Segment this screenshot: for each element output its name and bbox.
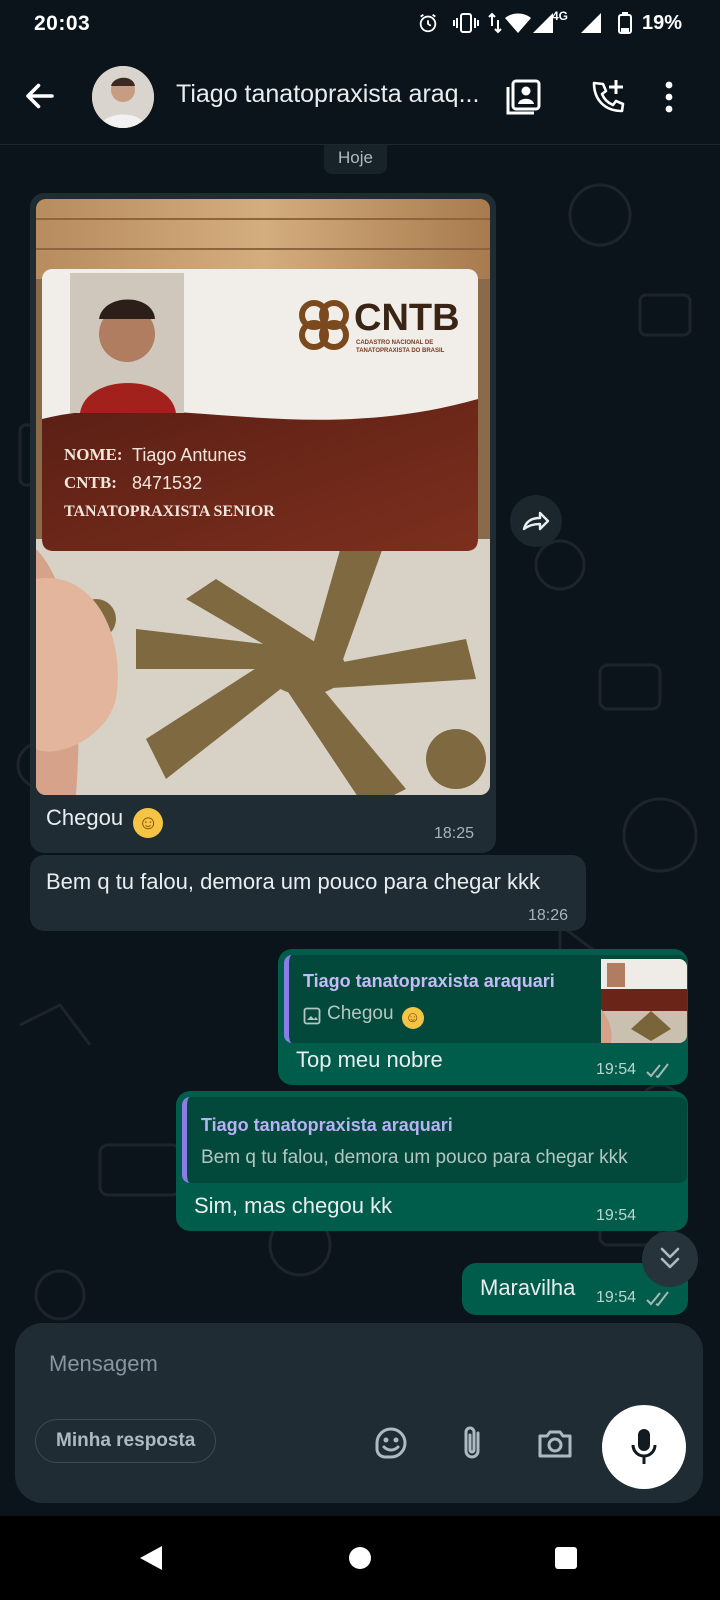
card-brand-subtitle: CADASTRO NACIONAL DE TANATOPRAXISTA DO B… [356, 340, 445, 354]
system-navigation-bar [0, 1516, 720, 1600]
quote-text-value: Chegou [327, 1003, 394, 1024]
cntb-logo-icon [299, 300, 349, 350]
card-id-value: 8471532 [132, 473, 203, 493]
message-composer[interactable]: Mensagem Minha resposta [15, 1323, 703, 1503]
contact-name[interactable]: Tiago tanatopraxista araq... [176, 80, 481, 109]
message-text: Chegou ☺ [46, 805, 164, 838]
message-text: Bem q tu falou, demora um pouco para che… [46, 869, 541, 894]
microphone-icon [631, 1429, 657, 1464]
message-text: Top meu nobre [296, 1047, 443, 1072]
message-text: Maravilha [480, 1275, 576, 1300]
alarm-icon [419, 13, 437, 33]
add-call-icon[interactable] [588, 78, 626, 116]
status-clock: 20:03 [34, 12, 91, 35]
sticker-icon[interactable] [371, 1423, 411, 1463]
outgoing-reply-message[interactable]: Tiago tanatopraxista araquari Chegou ☺ T… [278, 949, 688, 1085]
read-ticks-icon [646, 1291, 669, 1307]
forward-icon [522, 511, 550, 531]
date-separator: Hoje [324, 145, 387, 174]
card-role: TANATOPRAXISTA SENIOR [64, 503, 275, 520]
status-bar: 20:03 4G 19% [0, 0, 720, 48]
contact-card-icon[interactable] [505, 78, 543, 116]
emoji-smirk: ☺ [133, 808, 164, 838]
message-image[interactable]: CNTB CADASTRO NACIONAL DE TANATOPRAXISTA… [36, 199, 490, 795]
quote-author: Tiago tanatopraxista araquari [201, 1115, 453, 1135]
voice-message-button[interactable] [602, 1405, 686, 1489]
incoming-text-message[interactable]: Bem q tu falou, demora um pouco para che… [30, 855, 586, 931]
message-time: 18:26 [528, 907, 569, 924]
photo-icon [303, 1007, 321, 1025]
message-time: 19:54 [596, 1207, 637, 1224]
vibrate-icon [453, 13, 479, 33]
chat-area[interactable]: Hoje CNTB CADASTRO NACIONAL DE TANATOPRA… [0, 145, 720, 1325]
incoming-image-message[interactable]: CNTB CADASTRO NACIONAL DE TANATOPRAXISTA… [30, 193, 496, 853]
card-id-label: CNTB: [64, 473, 117, 492]
quote-thumbnail [601, 959, 687, 1043]
outgoing-reply-message[interactable]: Tiago tanatopraxista araquari Bem q tu f… [176, 1091, 688, 1231]
forward-button[interactable] [510, 495, 562, 547]
quoted-message[interactable]: Tiago tanatopraxista araquari Bem q tu f… [182, 1097, 687, 1183]
read-ticks-icon [646, 1063, 669, 1079]
quote-text: Chegou ☺ [327, 1003, 424, 1029]
wifi-icon [505, 13, 531, 33]
battery-percent: 19% [642, 12, 683, 34]
image-background [36, 199, 490, 795]
signal-icon [581, 13, 601, 33]
quick-reply-chip[interactable]: Minha resposta [35, 1419, 217, 1463]
contact-avatar[interactable] [92, 66, 154, 128]
battery-icon [618, 12, 632, 34]
message-time: 18:25 [434, 825, 475, 842]
nav-home-icon[interactable] [348, 1546, 372, 1570]
message-input[interactable]: Mensagem [49, 1351, 158, 1377]
card-brand: CNTB [354, 297, 460, 339]
chat-header: Tiago tanatopraxista araq... [0, 48, 720, 145]
camera-icon[interactable] [535, 1423, 575, 1463]
card-name-label: NOME: [64, 445, 123, 464]
double-chevron-down-icon [660, 1247, 680, 1269]
message-text-value: Chegou [46, 805, 124, 830]
back-arrow-icon[interactable] [22, 78, 58, 114]
nav-recents-icon[interactable] [554, 1546, 578, 1570]
quote-author: Tiago tanatopraxista araquari [303, 971, 555, 991]
network-type: 4G [552, 9, 569, 23]
scroll-to-bottom-button[interactable] [642, 1231, 698, 1287]
message-text: Sim, mas chegou kk [194, 1193, 393, 1218]
quoted-message[interactable]: Tiago tanatopraxista araquari Chegou ☺ [284, 955, 687, 1043]
attach-icon[interactable] [453, 1423, 493, 1463]
quote-text: Bem q tu falou, demora um pouco para che… [201, 1147, 628, 1168]
emoji-smirk: ☺ [401, 1007, 424, 1029]
more-options-icon[interactable] [662, 78, 676, 116]
signal-icon [533, 13, 553, 33]
message-time: 19:54 [596, 1289, 637, 1306]
nav-back-icon[interactable] [138, 1544, 164, 1572]
data-arrows-icon [488, 12, 502, 34]
message-time: 19:54 [596, 1061, 637, 1078]
card-name-value: Tiago Antunes [132, 445, 247, 465]
